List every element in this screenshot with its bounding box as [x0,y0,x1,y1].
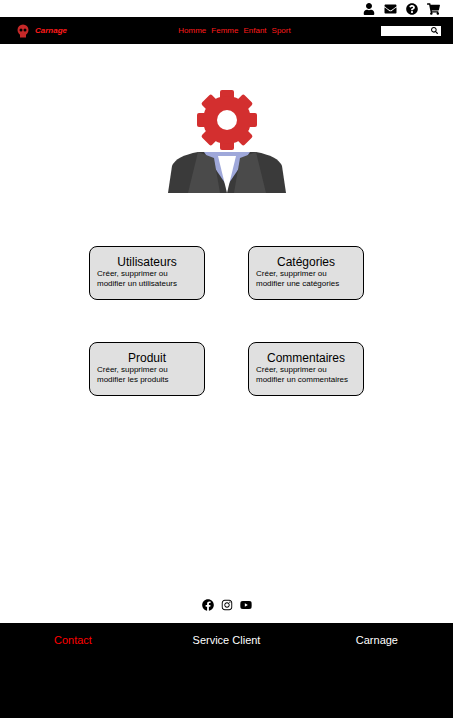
admin-page: Carnage Homme Femme Enfant Sport Utilisateurs… [0,0,453,718]
mail-icon[interactable] [384,3,397,15]
admin-cards: UtilisateursCréer, supprimer ou modifier… [89,246,364,396]
facebook-icon[interactable] [202,599,214,611]
youtube-icon[interactable] [240,599,252,611]
nav-link[interactable]: Enfant [243,25,266,37]
user-icon[interactable] [363,3,375,15]
footer-link[interactable]: Contact [54,632,92,649]
nav-links: Homme Femme Enfant Sport [162,25,290,37]
search-icon[interactable] [431,27,438,34]
nav-bar: Carnage Homme Femme Enfant Sport [0,17,453,44]
admin-card[interactable]: CatégoriesCréer, supprimer ou modifier u… [248,246,364,300]
admin-illustration-icon [168,86,286,193]
footer-link[interactable]: Carnage [356,632,398,649]
footer: Contact Service Client Carnage [0,623,453,718]
admin-card[interactable]: ProduitCréer, supprimer ou modifier les … [89,342,205,396]
skull-logo-icon [17,24,29,38]
instagram-icon[interactable] [221,599,233,611]
top-bar [0,0,453,17]
social-links [202,599,252,611]
nav-link[interactable]: Sport [272,25,291,37]
cart-icon[interactable] [427,3,440,15]
gear-icon [197,90,257,150]
help-icon[interactable] [406,3,418,15]
nav-link[interactable]: Homme [178,25,206,37]
search-field[interactable] [381,26,441,36]
admin-card[interactable]: CommentairesCréer, supprimer ou modifier… [248,342,364,396]
admin-card[interactable]: UtilisateursCréer, supprimer ou modifier… [89,246,205,300]
brand[interactable]: Carnage [0,24,162,38]
admin-main: UtilisateursCréer, supprimer ou modifier… [0,44,453,623]
footer-link[interactable]: Service Client [193,632,261,649]
nav-link[interactable]: Femme [211,25,238,37]
